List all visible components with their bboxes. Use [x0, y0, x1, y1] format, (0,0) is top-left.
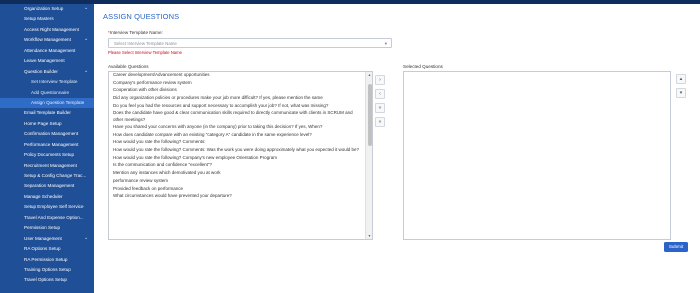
sidebar-item[interactable]: RA Permission Setup: [0, 255, 94, 265]
sidebar-item[interactable]: Travel Options Setup: [0, 275, 94, 285]
sidebar-item-label: Permission Setup: [24, 225, 61, 231]
move-down-button[interactable]: ▾: [676, 88, 686, 98]
sidebar-item[interactable]: Manage Scheduler: [0, 192, 94, 202]
sidebar-item-label: Leave Management: [24, 58, 65, 64]
sidebar-item-label: Workflow Management: [24, 37, 71, 43]
sidebar-item-label: Question Builder: [24, 68, 58, 74]
question-option[interactable]: Do you feel you had the resources and su…: [109, 103, 372, 111]
sidebar-item-label: Separation Management: [24, 183, 75, 189]
sidebar-item[interactable]: Set Interview Template: [0, 77, 94, 87]
question-option[interactable]: performance review system: [109, 178, 372, 186]
sidebar-item-label: Recruitment Management: [24, 162, 77, 168]
available-questions-label: Available Questions: [108, 64, 149, 69]
available-questions-items: Career development/Advancement opportuni…: [109, 72, 372, 201]
sidebar-item-label: User Management: [24, 235, 62, 241]
question-option[interactable]: Is the communication and confidence "exc…: [109, 162, 372, 170]
sidebar-item[interactable]: User Management ⌄: [0, 234, 94, 244]
main-content: ASSIGN QUESTIONS *Interview Template Nam…: [94, 4, 700, 293]
question-option[interactable]: Company's performance review system: [109, 80, 372, 88]
scroll-down-arrow-icon[interactable]: ▼: [366, 233, 372, 239]
sidebar-item[interactable]: Question Builder ⌄: [0, 67, 94, 77]
sidebar-item-label: Home Page Setup: [24, 120, 62, 126]
sidebar-item-label: Training Options Setup: [24, 266, 71, 272]
interview-template-placeholder: Select Interview Template Name: [114, 41, 177, 46]
sidebar-item[interactable]: Confirmation Management: [0, 129, 94, 139]
sidebar-item[interactable]: Setup Masters: [0, 14, 94, 24]
sidebar-item[interactable]: Add Questionnaire: [0, 88, 94, 98]
scroll-up-arrow-icon[interactable]: ▲: [366, 72, 372, 78]
sidebar-item-label: Manage Scheduler: [24, 193, 63, 199]
page-title: ASSIGN QUESTIONS: [103, 12, 180, 21]
question-option[interactable]: Mention any instances which demotivated …: [109, 170, 372, 178]
selected-questions-label: Selected Questions: [403, 64, 443, 69]
sidebar-item[interactable]: Separation Management: [0, 181, 94, 191]
sidebar-item-label: Travel Options Setup: [24, 277, 67, 283]
question-option[interactable]: Cooperation with other divisions: [109, 87, 372, 95]
available-questions-list[interactable]: Career development/Advancement opportuni…: [108, 71, 373, 240]
question-option[interactable]: Does the candidate have good & clear com…: [109, 110, 372, 124]
template-name-label-text: Interview Template Name:: [109, 30, 163, 35]
question-option[interactable]: How would you rate the following? Compan…: [109, 155, 372, 163]
sidebar-item[interactable]: Setup Employee Self Service: [0, 202, 94, 212]
sidebar-item[interactable]: Permission Setup: [0, 223, 94, 233]
submit-button[interactable]: Submit: [664, 242, 688, 252]
sidebar-item-label: Travel And Expense Option...: [24, 214, 84, 220]
sidebar-item-label: RA Permission Setup: [24, 256, 68, 262]
sidebar-item-label: Add Questionnaire: [31, 89, 70, 95]
sidebar-item[interactable]: Workflow Management ⌄: [0, 35, 94, 45]
sidebar-item[interactable]: Recruitment Management: [0, 161, 94, 171]
sidebar-item[interactable]: RA Options Setup: [0, 244, 94, 254]
sidebar-item-label: Attendance Management: [24, 47, 76, 53]
available-list-scrollbar[interactable]: ▲ ▼: [365, 72, 372, 239]
sidebar-item-label: Access Right Management: [24, 26, 79, 32]
chevron-down-icon: ⌄: [84, 234, 89, 241]
move-up-button[interactable]: ▴: [676, 74, 686, 84]
sidebar-item[interactable]: Performance Management: [0, 140, 94, 150]
question-option[interactable]: How does candidate compare with an exist…: [109, 132, 372, 140]
move-left-button[interactable]: ‹: [375, 89, 385, 99]
sidebar-item[interactable]: Assign Question Template: [0, 97, 94, 108]
sidebar-item-label: RA Options Setup: [24, 246, 61, 252]
chevron-down-icon: ⌄: [84, 67, 89, 74]
question-option[interactable]: Did any organization policies or procedu…: [109, 95, 372, 103]
selected-questions-list[interactable]: [403, 71, 671, 240]
sidebar-item[interactable]: Access Right Management: [0, 25, 94, 35]
sidebar-item-label: Email Template Builder: [24, 110, 71, 116]
move-all-right-button[interactable]: »: [375, 103, 385, 113]
template-name-label: *Interview Template Name:: [108, 30, 163, 35]
sidebar-item-label: Assign Question Template: [31, 99, 85, 105]
sidebar-item[interactable]: Setup & Config Change Trac...: [0, 171, 94, 181]
template-name-error: Please Select Interview Template Name: [108, 50, 182, 55]
sidebar-item[interactable]: Leave Management: [0, 56, 94, 66]
move-right-button[interactable]: ›: [375, 75, 385, 85]
sidebar-item[interactable]: Policy Documents Setup: [0, 150, 94, 160]
question-option[interactable]: Provided feedback on performance: [109, 186, 372, 194]
chevron-down-icon: ▾: [384, 41, 387, 46]
sidebar-item[interactable]: Organization Setup ⌄: [0, 4, 94, 14]
sidebar-item-label: Setup Employee Self Service: [24, 204, 84, 210]
interview-template-select[interactable]: Select Interview Template Name ▾: [108, 38, 392, 48]
sidebar-item-label: Set Interview Template: [31, 79, 78, 85]
scrollbar-thumb[interactable]: [367, 84, 372, 146]
chevron-down-icon: ⌄: [84, 36, 89, 43]
question-option[interactable]: Have you shared your concerns with anyon…: [109, 124, 372, 132]
move-all-left-button[interactable]: «: [375, 117, 385, 127]
question-option[interactable]: How would you rate the following? Commen…: [109, 147, 372, 155]
sidebar-item-label: Confirmation Management: [24, 131, 79, 137]
sidebar-item[interactable]: Attendance Management: [0, 46, 94, 56]
sidebar-item[interactable]: Training Options Setup: [0, 265, 94, 275]
sidebar-item[interactable]: Email Template Builder: [0, 108, 94, 118]
sidebar-item-label: Setup Masters: [24, 16, 54, 22]
question-option[interactable]: Career development/Advancement opportuni…: [109, 72, 372, 80]
chevron-down-icon: ⌄: [84, 5, 89, 11]
sidebar-nav: Organization Setup ⌄ Setup Masters Access R…: [0, 4, 94, 293]
question-option[interactable]: How would you rate the following? Commen…: [109, 139, 372, 147]
sidebar-item-label: Policy Documents Setup: [24, 152, 75, 158]
sidebar-item-label: Setup & Config Change Trac...: [24, 173, 87, 178]
sidebar-item-label: Performance Management: [24, 141, 79, 147]
sidebar-item[interactable]: Home Page Setup: [0, 119, 94, 129]
sidebar-item[interactable]: Travel And Expense Option...: [0, 213, 94, 223]
sidebar-item-label: Organization Setup: [24, 6, 64, 11]
question-option[interactable]: What circumstances would have prevented …: [109, 193, 372, 201]
